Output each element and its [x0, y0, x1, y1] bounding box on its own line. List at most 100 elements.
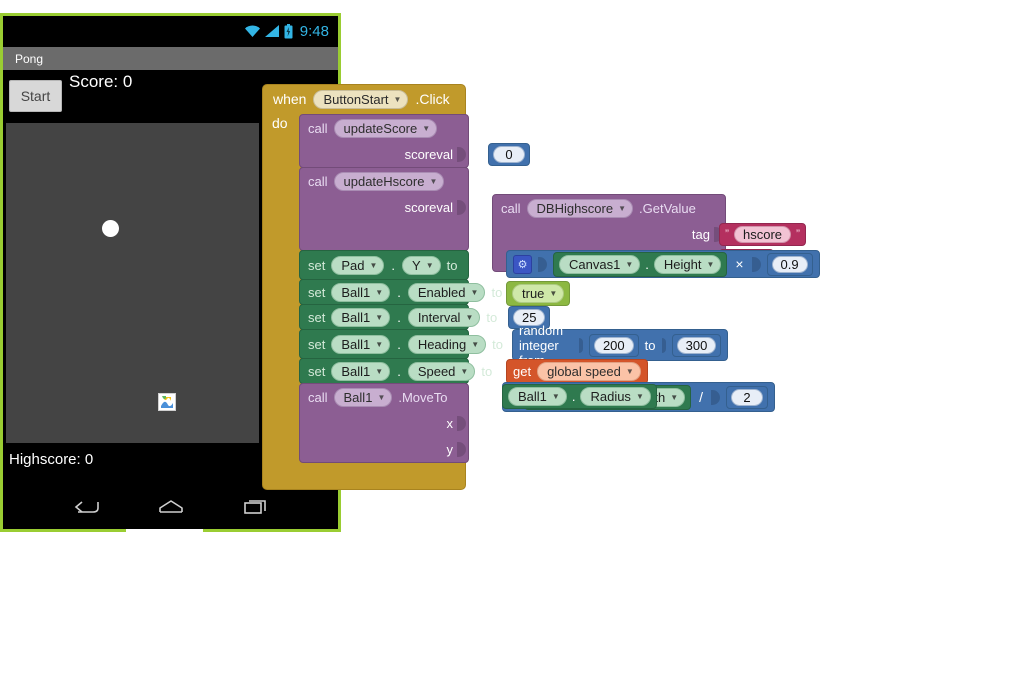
chevron-down-icon: ▼	[470, 287, 479, 297]
property-dropdown-heading[interactable]: Heading ▼	[407, 334, 487, 354]
event-footer	[263, 463, 465, 489]
number-block-0[interactable]: 0	[488, 142, 530, 166]
when-keyword: when	[273, 91, 307, 107]
ball1-radius-getter[interactable]: Ball1 ▼ . Radius ▼	[502, 384, 657, 409]
set-ball1-enabled-block[interactable]: set Ball1 ▼ . Enabled ▼ to true ▼	[299, 279, 571, 306]
number-block-2[interactable]: 2	[726, 385, 769, 409]
do-label: do	[272, 115, 288, 131]
get-keyword: get	[513, 364, 532, 379]
chevron-down-icon: ▼	[706, 259, 715, 269]
when-buttonstart-click-block[interactable]: when ButtonStart ▼ .Click do call update…	[262, 84, 820, 490]
number-value[interactable]: 2	[731, 388, 764, 406]
call-updatescore-block[interactable]: call updateScore ▼ scoreval 0	[299, 114, 530, 168]
component-dropdown-ball1[interactable]: Ball1 ▼	[333, 387, 393, 407]
socket-notch	[578, 337, 583, 353]
chevron-down-icon: ▼	[425, 260, 434, 270]
recents-icon[interactable]	[235, 492, 277, 522]
component-name: Pad	[341, 257, 365, 273]
number-block-200[interactable]: 200	[588, 333, 639, 357]
start-button[interactable]: Start	[9, 80, 62, 112]
canvas1-height-getter[interactable]: Canvas1 ▼ . Height ▼	[553, 251, 728, 277]
event-body: call updateScore ▼ scoreval 0 call updat…	[299, 113, 820, 463]
logic-true-block[interactable]: true ▼	[506, 281, 571, 306]
component-dropdown-ball1[interactable]: Ball1 ▼	[508, 387, 567, 406]
call-updatehscore-header: call updateHscore ▼	[300, 168, 468, 194]
socket-notch	[751, 256, 761, 272]
component-name: Ball1	[343, 389, 373, 405]
chevron-down-icon: ▼	[375, 287, 384, 297]
text-value[interactable]: hscore	[734, 225, 792, 243]
dot-separator: .	[571, 389, 576, 404]
number-value[interactable]: 0.9	[771, 255, 808, 273]
component-dropdown-ball1[interactable]: Ball1 ▼	[331, 282, 391, 302]
chevron-down-icon: ▼	[465, 312, 474, 322]
variable-dropdown-global-speed[interactable]: global speed ▼	[537, 362, 641, 381]
set-ball1-speed-block[interactable]: set Ball1 ▼ . Speed ▼ to get global spee…	[299, 358, 648, 384]
gear-icon[interactable]: ⚙	[513, 254, 532, 274]
property-dropdown-speed[interactable]: Speed ▼	[407, 361, 476, 381]
number-value[interactable]: 0	[493, 145, 525, 163]
boolean-dropdown-true[interactable]: true ▼	[512, 284, 565, 303]
socket-notch	[538, 256, 547, 272]
score-label: Score: 0	[69, 72, 133, 91]
random-integer-block[interactable]: random integer from 200 to 300	[512, 323, 729, 368]
procedure-dropdown-updatehscore[interactable]: updateHscore ▼	[333, 171, 445, 191]
procedure-dropdown-updatescore[interactable]: updateScore ▼	[333, 118, 438, 138]
chevron-down-icon: ▼	[429, 176, 438, 186]
chevron-down-icon: ▼	[471, 339, 480, 349]
chevron-down-icon: ▼	[422, 123, 431, 133]
dot-separator: .	[391, 257, 396, 273]
wifi-icon	[244, 24, 261, 38]
dot-separator: .	[645, 256, 649, 272]
chevron-down-icon: ▼	[369, 260, 378, 270]
number-value[interactable]: 200	[593, 336, 634, 354]
socket-notch	[661, 337, 666, 353]
component-name: Ball1	[341, 363, 371, 379]
component-dropdown-ball1[interactable]: Ball1 ▼	[331, 361, 391, 381]
component-dropdown-ball1[interactable]: Ball1 ▼	[331, 334, 391, 354]
component-dropdown-canvas1[interactable]: Canvas1 ▼	[559, 254, 641, 274]
number-block-300[interactable]: 300	[671, 333, 722, 357]
property-dropdown-enabled[interactable]: Enabled ▼	[407, 282, 486, 302]
blocks-editor: when ButtonStart ▼ .Click do call update…	[262, 84, 820, 490]
call-ball1-moveto-block[interactable]: call Ball1 ▼ .MoveTo x Screen1	[299, 382, 776, 463]
app-title: Pong	[15, 51, 44, 66]
number-block-09[interactable]: 0.9	[766, 252, 813, 276]
y-arg-row: y Ball1 ▼ . Radius ▼	[300, 384, 657, 462]
property-dropdown-interval[interactable]: Interval ▼	[407, 307, 481, 327]
set-ball1-heading-block[interactable]: set Ball1 ▼ . Heading ▼ to random intege…	[299, 323, 729, 368]
event-header: when ButtonStart ▼ .Click	[263, 85, 465, 113]
game-canvas[interactable]	[6, 123, 259, 539]
dot-separator: .	[397, 336, 401, 352]
call-updatehscore-block[interactable]: call updateHscore ▼ scoreval call DBHigh…	[299, 167, 807, 272]
back-icon[interactable]	[65, 492, 107, 522]
tag-arg-row: tag ” hscore ”	[493, 221, 807, 247]
call-updatescore-header: call updateScore ▼	[300, 115, 468, 141]
component-dropdown-buttonstart[interactable]: ButtonStart ▼	[313, 89, 409, 109]
chevron-down-icon: ▼	[375, 366, 384, 376]
scoreval-arg-row: scoreval 0	[300, 141, 530, 167]
call-keyword: call	[308, 173, 328, 189]
to-keyword: to	[481, 363, 493, 379]
text-block-hscore[interactable]: ” hscore ”	[719, 222, 807, 246]
multiply-block[interactable]: ⚙ Canvas1 ▼ . Height ▼ × 0.9	[506, 250, 820, 278]
component-dropdown-ball1[interactable]: Ball1 ▼	[331, 307, 391, 327]
property-dropdown-height[interactable]: Height ▼	[653, 254, 722, 274]
dot-separator: .	[397, 284, 401, 300]
event-method: .Click	[415, 91, 450, 107]
to-keyword: to	[491, 284, 503, 300]
set-pad-y-block[interactable]: set Pad ▼ . Y ▼ to ⚙ Canvas1 ▼ . Height …	[299, 250, 820, 280]
component-dropdown-dbhighscore[interactable]: DBHighscore ▼	[526, 198, 634, 218]
property-dropdown-radius[interactable]: Radius ▼	[580, 387, 651, 406]
to-keyword: to	[486, 309, 498, 325]
number-value[interactable]: 300	[676, 336, 717, 354]
chevron-down-icon: ▼	[551, 392, 560, 401]
home-icon[interactable]	[150, 492, 192, 522]
property-dropdown-y[interactable]: Y ▼	[402, 255, 441, 275]
get-global-speed-block[interactable]: get global speed ▼	[506, 359, 648, 384]
component-dropdown-pad[interactable]: Pad ▼	[331, 255, 385, 275]
signal-icon	[264, 24, 280, 38]
getvalue-header: call DBHighscore ▼ .GetValue	[493, 195, 725, 221]
set-ball1-interval-block[interactable]: set Ball1 ▼ . Interval ▼ to 25	[299, 304, 551, 330]
arg-label-scoreval: scoreval	[404, 199, 453, 215]
